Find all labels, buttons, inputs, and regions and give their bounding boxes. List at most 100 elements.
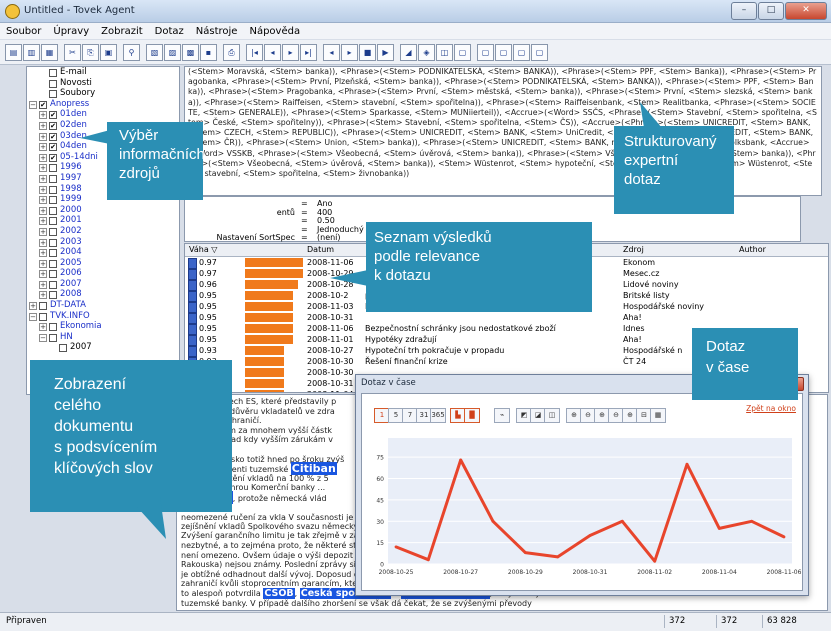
expand-toggle-icon[interactable]: + — [29, 302, 37, 311]
expand-toggle-icon[interactable]: + — [39, 132, 47, 141]
toolbar-find-button[interactable]: ⚲ — [123, 44, 140, 61]
toolbar-print-button[interactable]: ⎙ — [223, 44, 240, 61]
source-checkbox[interactable] — [49, 249, 57, 258]
source-checkbox[interactable] — [49, 217, 57, 226]
menu-napoveda[interactable]: Nápověda — [243, 26, 306, 37]
source-checkbox[interactable] — [39, 302, 47, 311]
source-checkbox[interactable] — [49, 280, 57, 289]
toolbar-prev-button[interactable]: |◂ — [246, 44, 263, 61]
tree-item[interactable]: +2008 — [27, 289, 179, 300]
source-checkbox[interactable]: ✔ — [49, 111, 57, 120]
menu-upravy[interactable]: Úpravy — [47, 26, 95, 37]
toolbar-next-button[interactable]: ◂ — [264, 44, 281, 61]
toolbar-play-button[interactable]: ▶ — [377, 44, 394, 61]
source-checkbox[interactable] — [49, 90, 57, 99]
tree-item[interactable]: +2006 — [27, 268, 179, 279]
toolbar-report-button[interactable]: ▢ — [454, 44, 471, 61]
tree-item[interactable]: +2005 — [27, 258, 179, 269]
toolbar-cut-button[interactable]: ✂ — [64, 44, 81, 61]
source-checkbox[interactable] — [39, 312, 47, 321]
tree-item[interactable]: +2004 — [27, 247, 179, 258]
toolbar-copy-button[interactable]: ⎘ — [82, 44, 99, 61]
tree-item[interactable]: +2000 — [27, 205, 179, 216]
expand-toggle-icon[interactable]: + — [39, 238, 47, 247]
col-date[interactable]: Datum — [307, 245, 334, 254]
source-checkbox[interactable] — [49, 270, 57, 279]
toolbar-view2-button[interactable]: ▨ — [164, 44, 181, 61]
expand-toggle-icon[interactable]: + — [39, 121, 47, 130]
chart-tool-button[interactable]: ▦ — [650, 408, 666, 423]
expand-toggle-icon[interactable]: + — [39, 174, 47, 183]
expand-toggle-icon[interactable]: + — [39, 153, 47, 162]
source-checkbox[interactable] — [49, 333, 57, 342]
toolbar-save-button[interactable]: ▦ — [41, 44, 58, 61]
chart-tool-button[interactable]: ⌁ — [494, 408, 510, 423]
menu-soubor[interactable]: Soubor — [0, 26, 47, 37]
tree-item[interactable]: − TVK.INFO — [27, 311, 179, 322]
close-button[interactable]: ✕ — [785, 2, 827, 20]
chart-tool-button[interactable]: ◫ — [544, 408, 560, 423]
expand-toggle-icon[interactable]: + — [39, 206, 47, 215]
tree-item[interactable]: − ✔ Anopress — [27, 99, 179, 110]
source-checkbox[interactable] — [49, 238, 57, 247]
source-checkbox[interactable] — [49, 206, 57, 215]
tree-item[interactable]: +2002 — [27, 226, 179, 237]
chart-tool-button[interactable]: 365 — [430, 408, 446, 423]
source-checkbox[interactable]: ✔ — [49, 153, 57, 162]
toolbar-layout1-button[interactable]: ▢ — [477, 44, 494, 61]
expand-toggle-icon[interactable]: + — [39, 185, 47, 194]
expand-toggle-icon[interactable]: + — [39, 280, 47, 289]
toolbar-open-folder-button[interactable]: ▥ — [23, 44, 40, 61]
source-checkbox[interactable] — [49, 196, 57, 205]
expand-toggle-icon[interactable]: − — [29, 100, 37, 109]
tree-item[interactable]: Novosti — [27, 78, 179, 89]
minimize-button[interactable]: – — [731, 2, 757, 20]
toolbar-layout2-button[interactable]: ▢ — [495, 44, 512, 61]
toolbar-layout3-button[interactable]: ▢ — [513, 44, 530, 61]
col-source[interactable]: Zdroj — [623, 245, 644, 254]
source-checkbox[interactable] — [59, 344, 67, 353]
expand-toggle-icon[interactable]: + — [39, 227, 47, 236]
source-checkbox[interactable] — [49, 185, 57, 194]
expand-toggle-icon[interactable]: + — [39, 196, 47, 205]
expand-toggle-icon[interactable]: + — [39, 323, 47, 332]
toolbar-open-button[interactable]: ▤ — [5, 44, 22, 61]
menu-nastroje[interactable]: Nástroje — [190, 26, 244, 37]
tree-item[interactable]: +2001 — [27, 215, 179, 226]
expand-toggle-icon[interactable]: − — [29, 312, 37, 321]
tree-item[interactable]: E-mail — [27, 67, 179, 78]
toolbar-forward-button[interactable]: ▸ — [341, 44, 358, 61]
menu-dotaz[interactable]: Dotaz — [149, 26, 190, 37]
expand-toggle-icon[interactable]: + — [39, 143, 47, 152]
toolbar-back-button[interactable]: ◂ — [323, 44, 340, 61]
source-checkbox[interactable] — [49, 69, 57, 77]
expand-toggle-icon[interactable]: + — [39, 270, 47, 279]
tree-item[interactable]: + Ekonomia — [27, 321, 179, 332]
expand-toggle-icon[interactable]: + — [39, 217, 47, 226]
tree-item[interactable]: + DT-DATA — [27, 300, 179, 311]
chart-tool-button[interactable]: ▐▌ — [464, 408, 480, 423]
tree-item[interactable]: − HN — [27, 332, 179, 343]
col-weight[interactable]: Váha ▽ — [189, 245, 217, 254]
toolbar-marker1-button[interactable]: ◢ — [400, 44, 417, 61]
col-author[interactable]: Author — [739, 245, 766, 254]
toolbar-first-button[interactable]: ▸ — [282, 44, 299, 61]
tree-item[interactable]: 2007 — [27, 342, 179, 353]
source-checkbox[interactable] — [49, 259, 57, 268]
tree-item[interactable]: + ✔ 01den — [27, 109, 179, 120]
source-checkbox[interactable] — [49, 323, 57, 332]
toolbar-view4-button[interactable]: ▪ — [200, 44, 217, 61]
tree-item[interactable]: +2007 — [27, 279, 179, 290]
source-checkbox[interactable] — [49, 227, 57, 236]
tree-item[interactable]: Soubory — [27, 88, 179, 99]
expand-toggle-icon[interactable]: + — [39, 259, 47, 268]
toolbar-layout4-button[interactable]: ▢ — [531, 44, 548, 61]
toolbar-paste-button[interactable]: ▣ — [100, 44, 117, 61]
maximize-button[interactable]: □ — [758, 2, 784, 20]
toolbar-chart-button[interactable]: ◫ — [436, 44, 453, 61]
expand-toggle-icon[interactable]: + — [39, 111, 47, 120]
toolbar-view1-button[interactable]: ▧ — [146, 44, 163, 61]
expand-toggle-icon[interactable]: − — [39, 333, 47, 342]
expand-toggle-icon[interactable]: + — [39, 164, 47, 173]
expand-toggle-icon[interactable]: + — [39, 249, 47, 258]
